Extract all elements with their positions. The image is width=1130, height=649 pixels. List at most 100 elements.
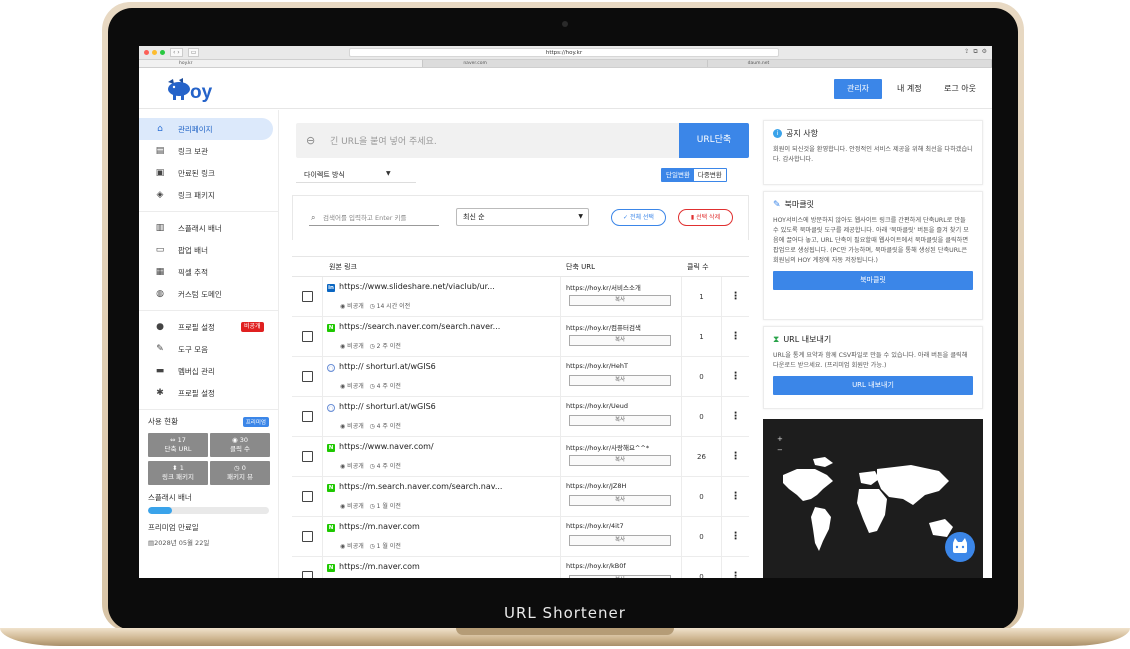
short-url[interactable]: https://hoy.kr/Ueud (566, 402, 628, 410)
more-options-icon[interactable]: ⋮ (722, 557, 749, 578)
row-checkbox[interactable] (302, 531, 313, 542)
short-url[interactable]: https://hoy.kr/4it7 (566, 522, 624, 530)
sidebar-item-domain[interactable]: ◍ 커스텀 도메인 (139, 283, 278, 305)
back-forward-icon[interactable]: ‹ › (170, 48, 183, 57)
sidebar-item-expired[interactable]: ▣ 만료된 링크 (139, 162, 278, 184)
redirect-mode-select[interactable]: 다이렉트 방식 (304, 170, 345, 180)
eye-icon: ◉ (340, 343, 346, 350)
sidebar-item-label: 링크 보관 (178, 146, 208, 156)
sidebar-item-splash[interactable]: ▥ 스플래시 배너 (139, 217, 278, 239)
more-options-icon[interactable]: ⋮ (722, 357, 749, 396)
sidebar-item-archive[interactable]: ▤ 링크 보관 (139, 140, 278, 162)
sidebar-item-dashboard[interactable]: ⌂ 관리페이지 (139, 118, 273, 140)
sidebar-item-profile[interactable]: ● 프로필 설정 비공개 (139, 316, 278, 338)
sidebar-item-packages[interactable]: ◈ 링크 패키지 (139, 184, 278, 206)
copy-button[interactable]: 복사 (569, 455, 671, 466)
original-url[interactable]: http:// shorturl.at/wGIS6 (339, 362, 436, 371)
stat-label: 단축 URL (164, 445, 192, 453)
tabs-icon[interactable]: ⧉ (973, 48, 977, 56)
original-url[interactable]: http:// shorturl.at/wGIS6 (339, 402, 436, 411)
close-window-icon[interactable] (144, 50, 149, 55)
copy-button[interactable]: 복사 (569, 335, 671, 346)
row-checkbox[interactable] (302, 571, 313, 578)
sidebar-item-membership[interactable]: ▬ 멤버십 관리 (139, 360, 278, 382)
divider (139, 211, 278, 212)
table-row[interactable]: ◌ http:// shorturl.at/wGIS6 ◉ 비공개 ◷ 4 주 이전… (292, 397, 749, 437)
short-url[interactable]: https://hoy.kr/JZ8H (566, 482, 626, 490)
world-map[interactable]: + − (763, 419, 983, 578)
table-row[interactable]: in https://www.slideshare.net/viaclub/ur.… (292, 277, 749, 317)
row-checkbox[interactable] (302, 371, 313, 382)
logout-link[interactable]: 로그 아웃 (944, 79, 976, 99)
shorten-button[interactable]: URL단축 (679, 123, 749, 158)
mode-single-button[interactable]: 단일변환 (662, 169, 694, 181)
chat-button[interactable] (945, 532, 975, 562)
row-checkbox[interactable] (302, 491, 313, 502)
short-url[interactable]: https://hoy.kr/HehT (566, 362, 628, 370)
links-table: 원본 링크 단축 URL 클릭 수 in https://www.slidesha… (292, 256, 749, 578)
short-url[interactable]: https://hoy.kr/kB0f (566, 562, 626, 570)
browser-tab[interactable]: hoy.kr (139, 60, 424, 67)
original-url[interactable]: https://www.naver.com/ (339, 442, 434, 451)
globe-icon: ◍ (156, 289, 164, 299)
more-options-icon[interactable]: ⋮ (722, 317, 749, 356)
sidebar-item-pixel[interactable]: ▦ 픽셀 추적 (139, 261, 278, 283)
my-account-link[interactable]: 내 계정 (897, 79, 922, 99)
table-row[interactable]: Nhttps://m.naver.com◉ 비공개 ◷ 1 월 이전https:… (292, 517, 749, 557)
row-checkbox-cell (292, 357, 323, 396)
hoy-logo[interactable]: oy (165, 76, 227, 102)
more-options-icon[interactable]: ⋮ (722, 277, 749, 316)
row-checkbox[interactable] (302, 451, 313, 462)
select-all-button[interactable]: ✓ 전체 선택 (611, 209, 666, 226)
short-url[interactable]: https://hoy.kr/서비스소개 (566, 282, 641, 292)
more-options-icon[interactable]: ⋮ (722, 397, 749, 436)
sort-select[interactable]: 최신 순 ▼ (456, 208, 589, 226)
short-url-cell: https://hoy.kr/HehT 복사 (561, 357, 682, 396)
copy-button[interactable]: 복사 (569, 415, 671, 426)
search-input[interactable]: ⌕ 검색어를 입력하고 Enter 키를 (309, 210, 439, 226)
table-row[interactable]: ◌ http:// shorturl.at/wGIS6 ◉ 비공개 ◷ 4 주 이전… (292, 357, 749, 397)
original-url[interactable]: https://m.naver.com (339, 522, 420, 531)
sidebar-item-popup[interactable]: ▭ 팝업 배너 (139, 239, 278, 261)
row-checkbox[interactable] (302, 411, 313, 422)
browser-tab[interactable]: naver.com (423, 60, 708, 67)
browser-tab[interactable]: daum.net (708, 60, 992, 67)
table-row[interactable]: Nhttps://m.search.naver.com/search.nav..… (292, 477, 749, 517)
delete-selected-button[interactable]: ▮ 선택 삭제 (678, 209, 733, 226)
address-bar[interactable]: https://hoy.kr (349, 48, 779, 57)
bookmarklet-button[interactable]: 북마클릿 (773, 271, 973, 290)
minimize-window-icon[interactable] (152, 50, 157, 55)
copy-button[interactable]: 복사 (569, 535, 671, 546)
copy-button[interactable]: 복사 (569, 375, 671, 386)
more-options-icon[interactable]: ⋮ (722, 517, 749, 556)
table-row[interactable]: Nhttps://m.naver.com◉ 비공개 ◷ 1 월 이전https:… (292, 557, 749, 578)
long-url-input[interactable]: 긴 URL을 붙여 넣어 주세요. (330, 134, 437, 147)
copy-button[interactable]: 복사 (569, 495, 671, 506)
original-url[interactable]: https://www.slideshare.net/viaclub/ur... (339, 282, 495, 291)
short-url[interactable]: https://hoy.kr/사랑해요^^* (566, 442, 649, 452)
row-checkbox[interactable] (302, 331, 313, 342)
divider (296, 182, 416, 183)
admin-button[interactable]: 관리자 (834, 79, 882, 99)
mode-multi-button[interactable]: 다중변환 (693, 169, 726, 181)
sidebar-item-tools[interactable]: ✎ 도구 모음 (139, 338, 278, 360)
original-url[interactable]: https://search.naver.com/search.naver... (339, 322, 500, 331)
visibility-label: 비공개 (347, 303, 364, 310)
sidebar-item-settings[interactable]: ✱ 프로필 설정 (139, 382, 278, 404)
table-row[interactable]: Nhttps://search.naver.com/search.naver..… (292, 317, 749, 357)
copy-button[interactable]: 복사 (569, 575, 671, 578)
table-row[interactable]: Nhttps://www.naver.com/ ◉ 비공개 ◷ 4 주 이전 htt… (292, 437, 749, 477)
original-url[interactable]: https://m.naver.com (339, 562, 420, 571)
row-checkbox[interactable] (302, 291, 313, 302)
export-button[interactable]: URL 내보내기 (773, 376, 973, 395)
copy-button[interactable]: 복사 (569, 295, 671, 306)
share-icon[interactable]: ⇪ (964, 48, 969, 56)
short-url[interactable]: https://hoy.kr/컴퓨터검색 (566, 322, 641, 332)
maximize-window-icon[interactable] (160, 50, 165, 55)
sidebar-toggle-icon[interactable]: ▭ (187, 48, 200, 57)
more-options-icon[interactable]: ⋮ (722, 477, 749, 516)
original-url[interactable]: https://m.search.naver.com/search.nav... (339, 482, 502, 491)
settings-icon[interactable]: ⚙ (982, 48, 987, 56)
more-options-icon[interactable]: ⋮ (722, 437, 749, 476)
eye-icon: ◉ (340, 463, 346, 470)
